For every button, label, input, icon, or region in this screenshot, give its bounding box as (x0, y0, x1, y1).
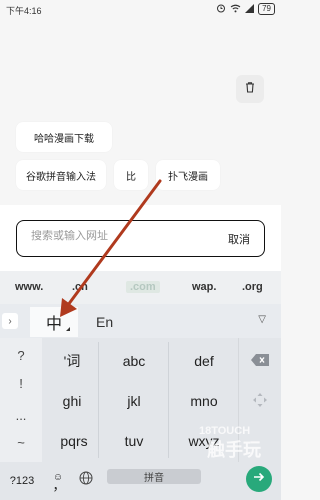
corner-mark-icon (66, 327, 70, 331)
signal-icon (245, 3, 255, 15)
key-tuv[interactable]: tuv (100, 426, 168, 456)
svg-text:18TOUCH: 18TOUCH (199, 425, 250, 437)
collapse-keyboard-button[interactable]: › (2, 313, 18, 329)
cancel-button[interactable]: 取消 (228, 231, 250, 247)
watermark-logo: 18TOUCH 触手玩 (185, 420, 275, 461)
side-key-tilde[interactable]: ~ (0, 435, 42, 450)
alarm-icon (216, 3, 226, 15)
key-pqrs[interactable]: pqrs (44, 426, 104, 456)
clear-history-button[interactable] (236, 75, 264, 103)
history-chip[interactable]: 哈哈漫画下载 (16, 122, 112, 152)
backspace-icon (250, 353, 270, 370)
key-divider (168, 342, 169, 458)
history-chip[interactable]: 扑飞漫画 (156, 160, 220, 190)
keyboard-mode-bar: › 中 En ▽ (0, 304, 281, 338)
comma-key[interactable]: ， (52, 474, 66, 494)
search-input[interactable] (31, 230, 211, 242)
side-key-ellipsis[interactable]: ... (0, 408, 42, 423)
suggestion-com[interactable]: .com (126, 281, 160, 293)
history-chip[interactable]: 谷歌拼音输入法 (16, 160, 106, 190)
suggestion-cn[interactable]: .cn (72, 281, 88, 293)
symbol-column: ? ! ... ~ (0, 338, 42, 462)
trash-icon (244, 80, 256, 98)
symbol-switch-key[interactable]: ?123 (4, 470, 40, 492)
status-bar: 下午4:16 79 (0, 0, 281, 20)
tab-chinese[interactable]: 中 (30, 307, 78, 337)
side-key-question[interactable]: ? (0, 348, 42, 363)
backspace-key[interactable] (239, 346, 281, 376)
key-ghi[interactable]: ghi (44, 386, 100, 416)
status-time: 下午4:16 (6, 6, 42, 16)
globe-icon (79, 471, 93, 488)
battery-indicator: 79 (258, 3, 275, 15)
key-abc[interactable]: abc (100, 346, 168, 376)
svg-text:触手玩: 触手玩 (207, 439, 261, 460)
wifi-icon (230, 4, 241, 15)
search-box: 取消 (16, 220, 265, 257)
tab-english[interactable]: En (96, 314, 113, 330)
suggestion-wap[interactable]: wap. (192, 281, 216, 293)
key-def[interactable]: def (170, 346, 238, 376)
key-jkl[interactable]: jkl (100, 386, 168, 416)
move-arrows-icon (252, 392, 268, 411)
tab-chinese-label: 中 (45, 316, 62, 333)
enter-key[interactable] (246, 466, 272, 492)
keyboard: ? ! ... ~ '词 abc def ghi jkl mno pqrs tu… (0, 338, 281, 500)
arrow-right-icon (253, 470, 265, 488)
status-icons: 79 (216, 3, 275, 15)
suggestion-org[interactable]: .org (242, 281, 263, 293)
url-suggestion-bar: www. .cn .com wap. .org (0, 271, 281, 304)
cursor-move-key[interactable] (239, 386, 281, 416)
key-word[interactable]: '词 (44, 346, 100, 376)
history-chip[interactable]: 比 (114, 160, 148, 190)
side-key-exclamation[interactable]: ! (0, 376, 42, 391)
chevron-right-icon: › (8, 315, 12, 327)
search-area: 取消 (0, 205, 281, 271)
key-mno[interactable]: mno (170, 386, 238, 416)
language-key[interactable] (75, 467, 97, 491)
suggestion-www[interactable]: www. (15, 281, 43, 293)
space-key[interactable]: 拼音 (107, 469, 201, 484)
chevron-down-icon[interactable]: ▽ (258, 314, 266, 325)
